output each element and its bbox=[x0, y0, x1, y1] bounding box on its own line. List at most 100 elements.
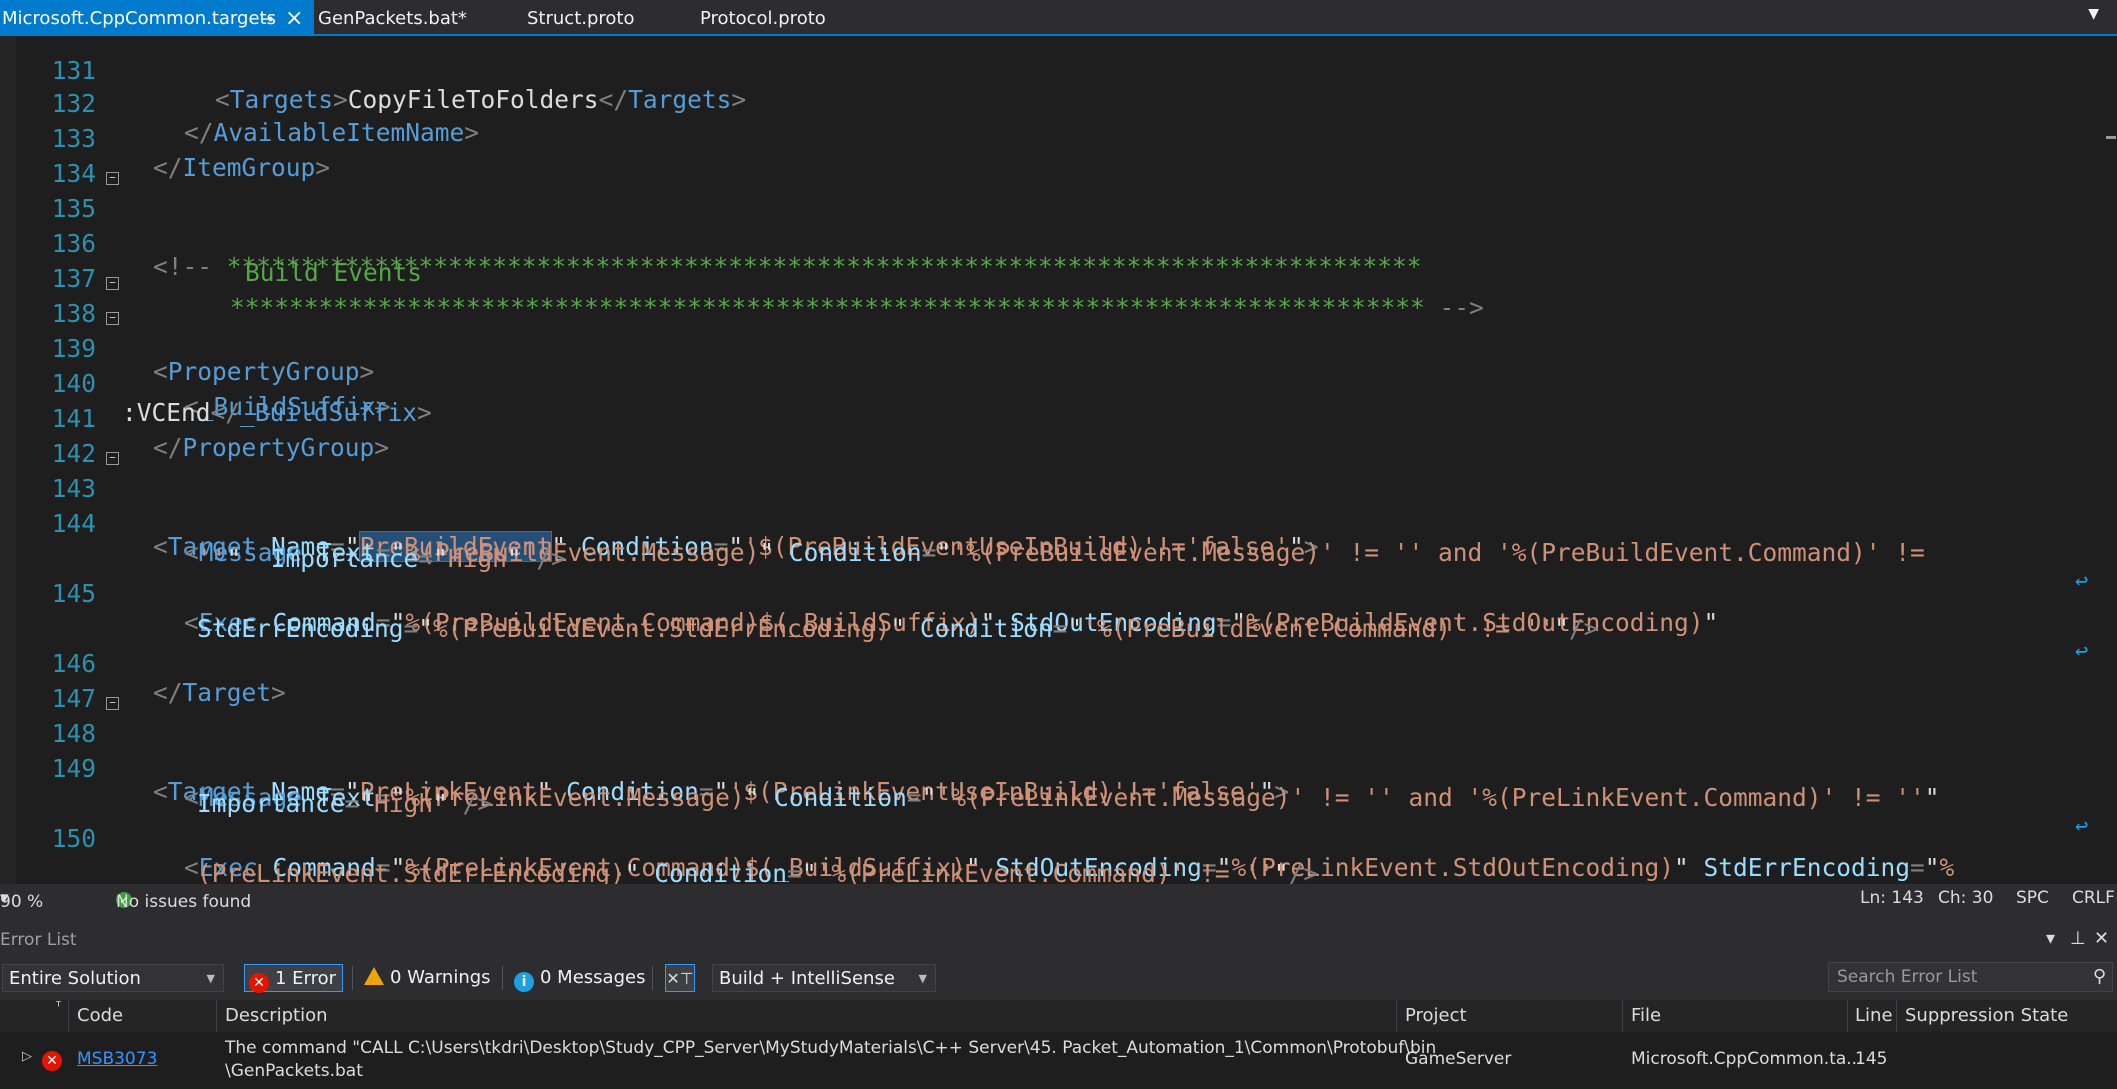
scope-dropdown[interactable]: Entire Solution ▼ bbox=[2, 964, 224, 992]
column-file[interactable]: File bbox=[1631, 1005, 1661, 1026]
error-list-toolbar: Entire Solution ▼ ✕ 1 Error 0 Warnings i0… bbox=[0, 956, 2117, 1000]
error-description-continued: \GenPackets.bat bbox=[225, 1061, 363, 1081]
close-icon[interactable]: × bbox=[285, 0, 303, 38]
search-icon[interactable]: ⚲ bbox=[2093, 963, 2106, 991]
error-file: Microsoft.CppCommon.ta... bbox=[1631, 1049, 1863, 1069]
collapse-icon[interactable]: − bbox=[106, 312, 119, 325]
code-editor[interactable]: 131 <Targets>CopyFileToFolders</Targets>… bbox=[0, 36, 2100, 884]
tab-label: GenPackets.bat* bbox=[318, 8, 467, 29]
indent-indicator[interactable]: SPC bbox=[2016, 888, 2049, 908]
code-line: 148 − <Target Name="PreLinkEvent" Condit… bbox=[0, 687, 2090, 806]
pin-icon[interactable]: ⊸ bbox=[260, 0, 273, 38]
code-line-wrapped: Importance="High" /> bbox=[0, 757, 2090, 818]
warning-icon bbox=[364, 967, 384, 985]
code-line: 142 bbox=[0, 407, 2090, 468]
code-line: 131 <Targets>CopyFileToFolders</Targets> bbox=[0, 36, 2090, 114]
error-list-column-headers: ᵀ Code Description Project File Line Sup… bbox=[0, 1000, 2117, 1032]
column-project[interactable]: Project bbox=[1405, 1005, 1467, 1026]
source-dropdown[interactable]: Build + IntelliSense ▼ bbox=[712, 964, 936, 992]
column-divider[interactable] bbox=[1847, 1000, 1848, 1032]
code-line: 135 − <!-- *****************************… bbox=[0, 162, 2090, 281]
zoom-level[interactable]: 90 % ▾ bbox=[0, 888, 43, 912]
column-line[interactable]: Line bbox=[1855, 1005, 1893, 1026]
tab-label: Protocol.proto bbox=[700, 8, 826, 29]
code-line: 140 :VCEnd</_BuildSuffix> bbox=[0, 337, 2090, 427]
code-line: 136 Build Events bbox=[0, 197, 2090, 287]
code-line: 144 <Message Text="%(PreBuildEvent.Messa… bbox=[0, 477, 2090, 594]
line-indicator[interactable]: Ln: 143 bbox=[1860, 888, 1924, 908]
errors-count: 1 Error bbox=[275, 968, 337, 989]
column-divider[interactable] bbox=[216, 1000, 217, 1032]
scroll-position-marker bbox=[2106, 136, 2116, 139]
code-line: 151 </Target> bbox=[0, 862, 2090, 884]
collapse-icon[interactable]: − bbox=[106, 277, 119, 290]
editor-vertical-scrollbar[interactable] bbox=[2100, 36, 2117, 884]
column-divider[interactable] bbox=[1396, 1000, 1397, 1032]
line-ending-indicator[interactable]: CRLF bbox=[2072, 888, 2115, 908]
code-line: 141 </PropertyGroup> bbox=[0, 372, 2090, 462]
column-divider[interactable] bbox=[68, 1000, 69, 1032]
sort-icon[interactable]: ᵀ bbox=[56, 1000, 61, 1015]
column-divider[interactable] bbox=[1622, 1000, 1623, 1032]
error-code-link[interactable]: MSB3073 bbox=[77, 1049, 157, 1069]
error-project: GameServer bbox=[1405, 1049, 1512, 1069]
tab-overflow-dropdown-icon[interactable]: ▼ bbox=[2088, 6, 2099, 22]
code-line: 149 <Message Text="%(PreLinkEvent.Messag… bbox=[0, 722, 2090, 839]
warnings-filter-button[interactable]: 0 Warnings bbox=[364, 964, 491, 992]
document-tab-bar: Microsoft.CppCommon.targets ⊸ × GenPacke… bbox=[0, 0, 2117, 36]
code-line: 132 </AvailableItemName> bbox=[0, 57, 2090, 147]
separator bbox=[352, 966, 353, 990]
column-code[interactable]: Code bbox=[77, 1005, 123, 1026]
tab-protocol-proto[interactable]: Protocol.proto bbox=[700, 0, 826, 34]
error-icon: ✕ bbox=[249, 973, 269, 993]
expand-icon[interactable]: ▷ bbox=[22, 1049, 32, 1064]
editor-status-bar: 90 % ▾ ✓ No issues found Ln: 143 Ch: 30 S… bbox=[0, 884, 2117, 912]
search-input[interactable]: Search Error List ⚲ bbox=[1828, 962, 2113, 992]
code-line: 133 </ItemGroup> bbox=[0, 92, 2090, 182]
error-icon: ✕ bbox=[42, 1047, 62, 1071]
messages-count: 0 Messages bbox=[540, 967, 646, 988]
filter-icon[interactable]: ✕⊤ bbox=[665, 964, 695, 992]
tab-label: Struct.proto bbox=[527, 8, 635, 29]
error-list-header: Error List ▾ ⊥ ✕ bbox=[0, 926, 2117, 956]
code-line: 145 <Exec Command="%(PreBuildEvent.Comma… bbox=[0, 547, 2090, 664]
chevron-down-icon: ▼ bbox=[206, 972, 215, 985]
collapse-icon[interactable]: − bbox=[106, 697, 119, 710]
tab-microsoft-cppcommon-targets[interactable]: Microsoft.CppCommon.targets ⊸ × bbox=[0, 0, 314, 34]
tab-genpackets-bat[interactable]: GenPackets.bat* bbox=[318, 0, 467, 34]
tab-label: Microsoft.CppCommon.targets bbox=[2, 8, 276, 29]
dropdown-icon[interactable]: ▾ bbox=[2046, 928, 2055, 949]
messages-filter-button[interactable]: i 0 Messages bbox=[514, 964, 645, 992]
code-line: 134 bbox=[0, 127, 2090, 188]
column-divider[interactable] bbox=[1896, 1000, 1897, 1032]
code-line: 147 bbox=[0, 652, 2090, 713]
error-list-title: Error List bbox=[0, 930, 77, 950]
panel-splitter[interactable] bbox=[0, 912, 2117, 926]
code-line-wrapped: StdErrEncoding="%(PreBuildEvent.StdErrEn… bbox=[0, 582, 2090, 643]
table-row[interactable]: ▷ ✕ MSB3073 The command "CALL C:\Users\t… bbox=[0, 1032, 2117, 1089]
code-line: 146 </Target> bbox=[0, 617, 2090, 707]
code-line: 139 − <_BuildSuffix> bbox=[0, 302, 2090, 421]
collapse-icon[interactable]: − bbox=[106, 172, 119, 185]
collapse-icon[interactable]: − bbox=[106, 452, 119, 465]
warnings-count: 0 Warnings bbox=[390, 967, 491, 988]
code-line: 150 <Exec Command="%(PreLinkEvent.Comman… bbox=[0, 792, 2090, 882]
column-indicator[interactable]: Ch: 30 bbox=[1938, 888, 1993, 908]
errors-filter-button[interactable]: ✕ 1 Error bbox=[244, 964, 344, 993]
tab-struct-proto[interactable]: Struct.proto bbox=[527, 0, 634, 34]
code-line: 143 − <Target Name="PreBuildEvent" Condi… bbox=[0, 442, 2090, 562]
column-suppression-state[interactable]: Suppression State bbox=[1905, 1005, 2068, 1026]
error-description: The command "CALL C:\Users\tkdri\Desktop… bbox=[225, 1038, 1437, 1058]
code-line-wrapped: (PreLinkEvent.StdErrEncoding)" Condition… bbox=[0, 827, 2090, 884]
scope-value: Entire Solution bbox=[9, 968, 141, 989]
info-icon: i bbox=[514, 972, 534, 992]
close-icon[interactable]: ✕ bbox=[2094, 928, 2109, 949]
chevron-down-icon: ▼ bbox=[918, 972, 927, 985]
source-value: Build + IntelliSense bbox=[719, 968, 895, 989]
column-description[interactable]: Description bbox=[225, 1005, 328, 1026]
code-line: 138 − <PropertyGroup> bbox=[0, 267, 2090, 386]
zoom-value: 90 % bbox=[0, 892, 44, 912]
error-line: 145 bbox=[1855, 1049, 1888, 1069]
issues-text: No issues found bbox=[116, 892, 252, 912]
pin-icon[interactable]: ⊥ bbox=[2070, 928, 2086, 949]
